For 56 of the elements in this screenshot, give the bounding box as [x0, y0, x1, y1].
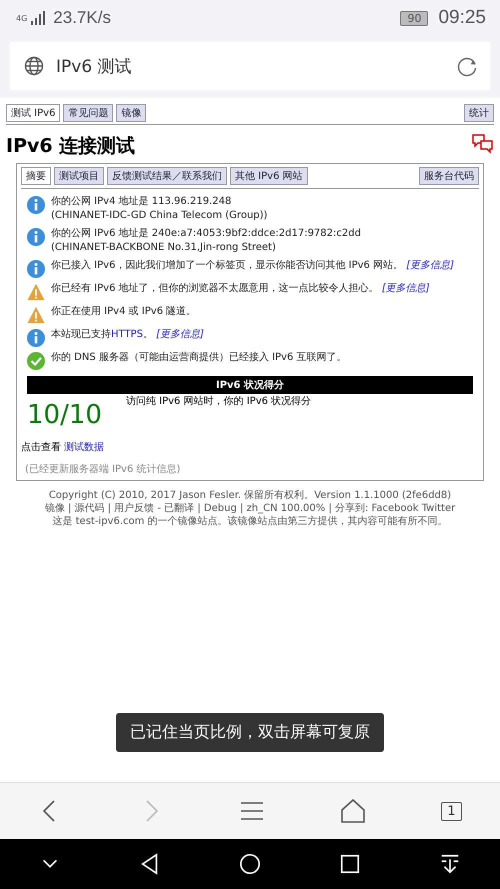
page-heading: IPv6 连接测试 — [6, 134, 136, 159]
panel-tab[interactable]: 摘要 — [21, 167, 51, 185]
warning-icon — [27, 283, 45, 301]
info-icon — [27, 329, 45, 347]
result-text: 你已接入 IPv6，因此我们增加了一个标签页，显示你能否访问其他 IPv6 网站。 [更多信息] — [51, 259, 454, 273]
data-link-text: 点击查看 测试数据 — [21, 440, 106, 454]
score-header: IPv6 状况得分 — [27, 376, 473, 394]
result-text: 你的 DNS 服务器（可能由运营商提供）已经接入 IPv6 互联网了。 — [51, 351, 347, 365]
result-text: 你已经有 IPv6 地址了，但你的浏览器不太愿意用，这一点比较令人担心。 [更多信息] — [51, 282, 430, 296]
home-icon[interactable] — [340, 799, 365, 823]
globe-icon — [24, 56, 44, 76]
more-info-link[interactable]: [更多信息] — [382, 283, 430, 294]
home-circle-icon[interactable] — [239, 853, 261, 875]
test-data-link[interactable]: 测试数据 — [64, 442, 104, 453]
result-text: 你的公网 IPv6 地址是 240e:a7:4053:9bf2:ddce:2d17:9782:c2dd — [51, 227, 361, 241]
address-bar[interactable]: IPv6 测试 — [10, 42, 490, 90]
info-icon — [27, 228, 45, 246]
translate-icon[interactable] — [472, 134, 494, 154]
footer-text: 镜像 | 源代码 | 用户反馈 - 已翻译 | Debug | zh_CN 100.00% | 分享到: Facebook Twitter — [44, 502, 456, 515]
battery-level: 90 — [400, 10, 428, 26]
footer-text: 这是 test-ipv6.com 的一个镜像站点。该镜像站点由第三方提供，其内容可能有所不同。 — [51, 515, 449, 528]
signal-icon — [31, 11, 46, 25]
panel-tab[interactable]: 服务台代码 — [419, 167, 479, 185]
result-detail: (CHINANET-BACKBONE No.31,Jin-rong Street) — [51, 241, 277, 255]
stats-note: (已经更新服务器端 IPv6 统计信息) — [25, 462, 182, 476]
panel-tab[interactable]: 反馈测试结果／联系我们 — [107, 167, 227, 185]
tab-count-button[interactable]: 1 — [441, 802, 462, 820]
refresh-icon[interactable] — [456, 55, 478, 77]
result-text: 你正在使用 IPv4 或 IPv6 隧道。 — [51, 305, 196, 319]
panel-tab[interactable]: 其他 IPv6 网站 — [230, 167, 308, 185]
panel-tab[interactable]: 测试项目 — [54, 167, 104, 185]
result-text: 本站现已支持HTTPS。 [更多信息] — [51, 328, 204, 342]
https-link[interactable]: HTTPS — [111, 329, 143, 340]
recents-square-icon[interactable] — [339, 853, 361, 875]
warning-icon — [27, 306, 45, 324]
nav-tab[interactable]: 统计 — [464, 104, 494, 122]
result-text: 你的公网 IPv4 地址是 113.96.219.248 — [51, 195, 232, 209]
more-info-link[interactable]: [更多信息] — [156, 329, 204, 340]
score-value: 10/10 — [27, 400, 102, 430]
score-caption: 访问纯 IPv6 网站时，你的 IPv6 状况得分 — [126, 394, 312, 408]
nav-tab[interactable]: 测试 IPv6 — [6, 104, 60, 122]
page-title: IPv6 测试 — [56, 56, 132, 78]
result-detail: (CHINANET-IDC-GD China Telecom (Group)) — [51, 209, 268, 223]
check-icon — [27, 352, 45, 370]
clock: 09:25 — [438, 7, 486, 29]
info-icon — [27, 260, 45, 278]
nav-tab[interactable]: 镜像 — [116, 104, 146, 122]
menu-icon[interactable] — [240, 799, 264, 823]
network-type: 4G — [16, 14, 28, 22]
info-icon — [27, 196, 45, 214]
toast-message: 已记住当页比例，双击屏幕可复原 — [116, 713, 384, 752]
more-info-link[interactable]: [更多信息] — [406, 260, 454, 271]
download-icon[interactable] — [439, 853, 461, 875]
nav-tab[interactable]: 常见问题 — [63, 104, 114, 122]
footer-text: Copyright (C) 2010, 2017 Jason Fesler. 保留所有权利。Version 1.1.1000 (2fe6dd8) — [48, 489, 452, 502]
network-speed: 23.7K/s — [53, 8, 111, 28]
